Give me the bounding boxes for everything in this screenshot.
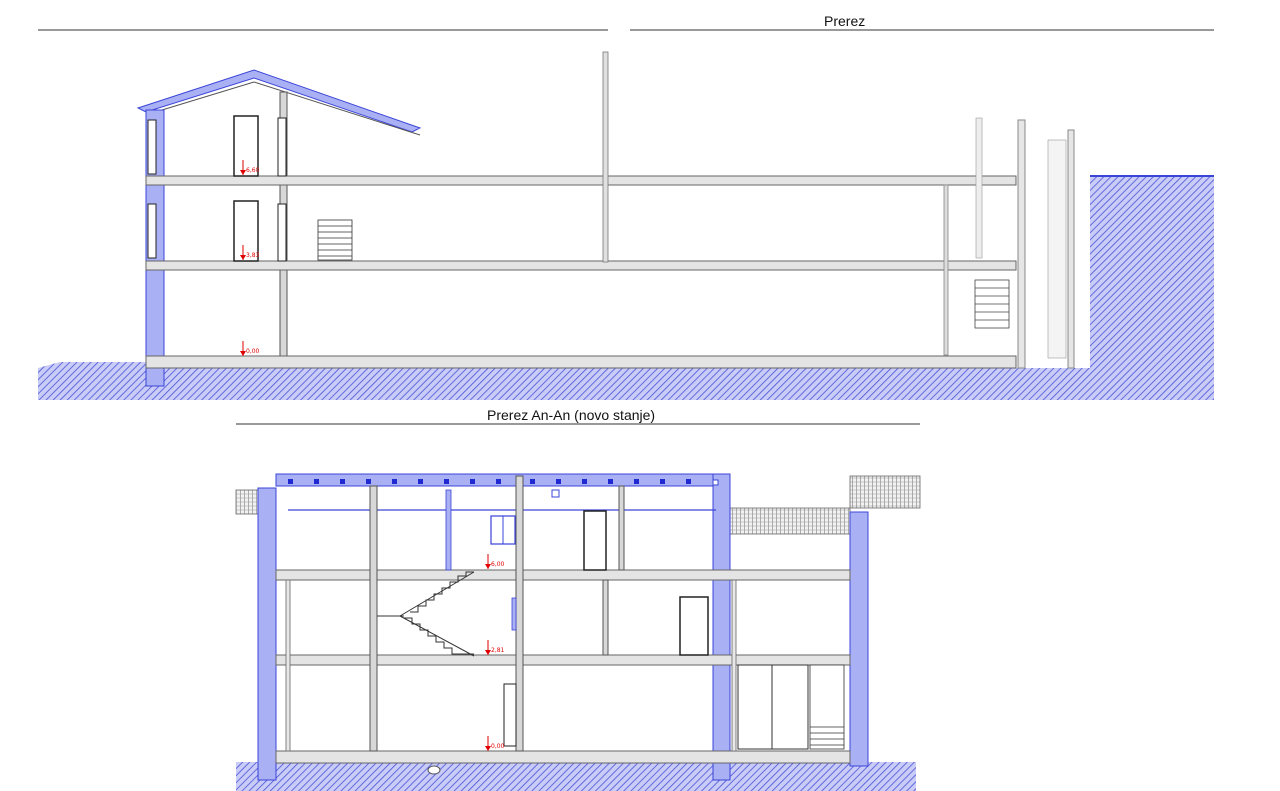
light-fixture: [551, 489, 560, 498]
level-label: 0,00: [246, 348, 260, 355]
slab-roof-floor: [145, 175, 1017, 186]
retaining-wall: [1090, 176, 1214, 400]
wall-int-5: [285, 579, 291, 752]
ground-slope: [38, 362, 146, 372]
level-label: 2,81: [491, 647, 505, 654]
door-bottom-ground: [503, 683, 517, 747]
level-mark-bottom-mid: 2,81: [485, 640, 505, 655]
level-mark-bottom-top: 6,00: [485, 554, 505, 569]
wall-int-6: [731, 579, 737, 752]
gutter-detail: [712, 479, 719, 486]
far-panel: [1047, 139, 1067, 359]
far-column: [943, 184, 949, 356]
wall-int-4: [618, 485, 625, 571]
slab-ground-bottom: [275, 750, 851, 764]
annex-glazing: [737, 664, 809, 750]
drain: [427, 765, 441, 775]
neighbour-roof-right: [849, 475, 921, 509]
architectural-sections: 6,60 3,83 0,00 6,00 2,81 0,00: [38, 29, 1214, 791]
neighbour-roof-left: [235, 489, 261, 515]
slab-ground: [145, 355, 1017, 369]
annex-steps: [809, 664, 845, 750]
stair-stringer-lower: [399, 615, 475, 657]
window-left-top: [147, 119, 157, 175]
door-side-first: [277, 203, 287, 262]
section-bottom: 6,00 2,81 0,00: [235, 423, 921, 791]
wall-left-bottom: [257, 487, 277, 781]
wall-int-3: [602, 579, 609, 656]
door-side-top: [277, 117, 287, 177]
level-mark-ground: 0,00: [240, 341, 260, 356]
stair-far: [974, 279, 1010, 329]
level-label: 3,83: [246, 252, 260, 259]
wall-int-1: [369, 485, 378, 752]
column-top: [445, 489, 452, 571]
wall-right-bottom: [712, 473, 731, 781]
level-mark-bottom-ground: 0,00: [485, 736, 505, 751]
wall-mid-far: [1017, 119, 1026, 369]
wall-annex-bottom: [849, 511, 869, 767]
window-left-first: [147, 203, 157, 259]
door-bottom-top: [583, 510, 607, 571]
ground-hatch-bottom: [236, 762, 916, 791]
level-label: 6,00: [491, 561, 505, 568]
wall-int-2: [515, 475, 524, 752]
slab-first-floor: [145, 260, 1017, 271]
level-label: 0,00: [491, 743, 505, 750]
far-frame: [975, 117, 983, 259]
door-bottom-mid: [679, 596, 709, 656]
window-bottom-mid: [511, 597, 517, 631]
stair-top-section: [317, 219, 353, 261]
wall-right: [1067, 129, 1075, 369]
canopy-roof: [729, 507, 851, 535]
chimney: [602, 51, 609, 263]
slab-top-bottom: [275, 569, 851, 581]
slab-mid-bottom: [275, 654, 851, 666]
ground-hatch: [38, 368, 1214, 400]
level-label: 6,60: [246, 167, 260, 174]
section-top: 6,60 3,83 0,00: [38, 29, 1214, 400]
